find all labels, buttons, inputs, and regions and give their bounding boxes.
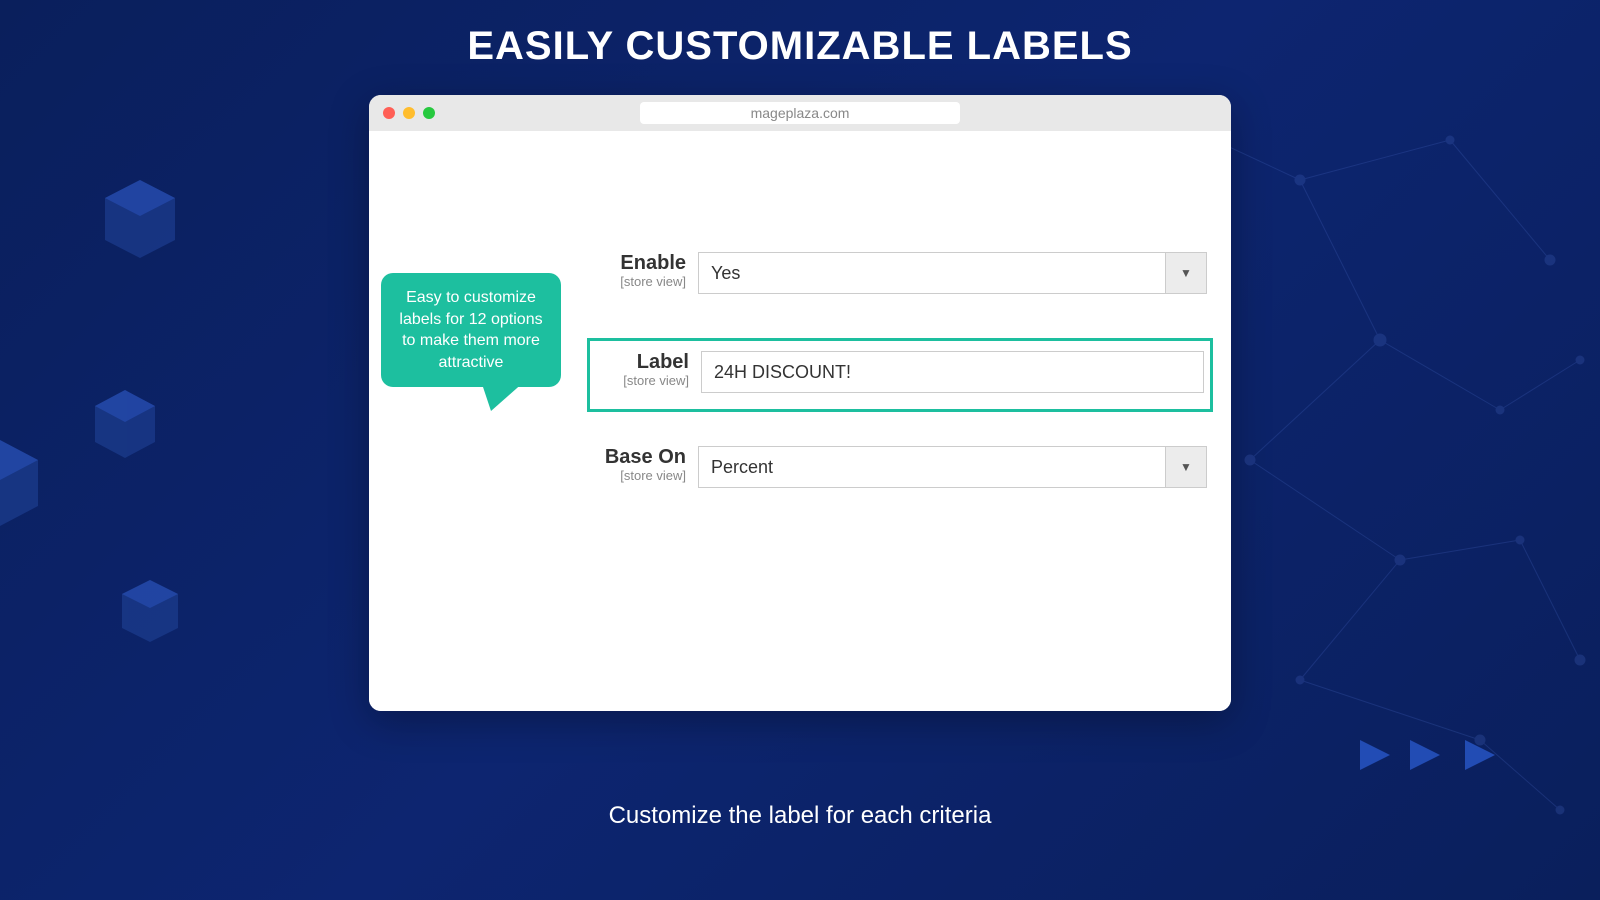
base-on-select-value: Percent: [698, 446, 1207, 488]
settings-form: Enable [store view] Yes ▼ Label [store v…: [587, 246, 1213, 494]
base-on-row: Base On [store view] Percent ▼: [587, 440, 1213, 494]
traffic-lights: [383, 107, 435, 119]
browser-body: Easy to customize labels for 12 options …: [369, 131, 1231, 711]
label-scope-hint: [store view]: [596, 373, 689, 388]
background-triangles-decoration: [1350, 720, 1550, 800]
enable-row: Enable [store view] Yes ▼: [587, 246, 1213, 300]
close-window-icon[interactable]: [383, 107, 395, 119]
chevron-down-icon: ▼: [1165, 446, 1207, 488]
base-on-label: Base On: [593, 446, 686, 468]
base-on-select[interactable]: Percent ▼: [698, 446, 1207, 488]
enable-select-value: Yes: [698, 252, 1207, 294]
label-field-label: Label: [596, 351, 689, 373]
browser-window: mageplaza.com Easy to customize labels f…: [369, 95, 1231, 711]
enable-scope-hint: [store view]: [593, 274, 686, 289]
page-subtitle: Customize the label for each criteria: [0, 802, 1600, 830]
label-row: Label [store view]: [587, 338, 1213, 412]
background-cubes-decoration: [0, 150, 250, 750]
base-on-scope-hint: [store view]: [593, 468, 686, 483]
page-title: EASILY CUSTOMIZABLE LABELS: [0, 0, 1600, 69]
minimize-window-icon[interactable]: [403, 107, 415, 119]
chevron-down-icon: ▼: [1165, 252, 1207, 294]
browser-chrome-bar: mageplaza.com: [369, 95, 1231, 131]
url-bar[interactable]: mageplaza.com: [640, 102, 960, 124]
info-tooltip: Easy to customize labels for 12 options …: [381, 273, 561, 387]
enable-label: Enable: [593, 252, 686, 274]
maximize-window-icon[interactable]: [423, 107, 435, 119]
label-input[interactable]: [701, 351, 1204, 393]
enable-select[interactable]: Yes ▼: [698, 252, 1207, 294]
